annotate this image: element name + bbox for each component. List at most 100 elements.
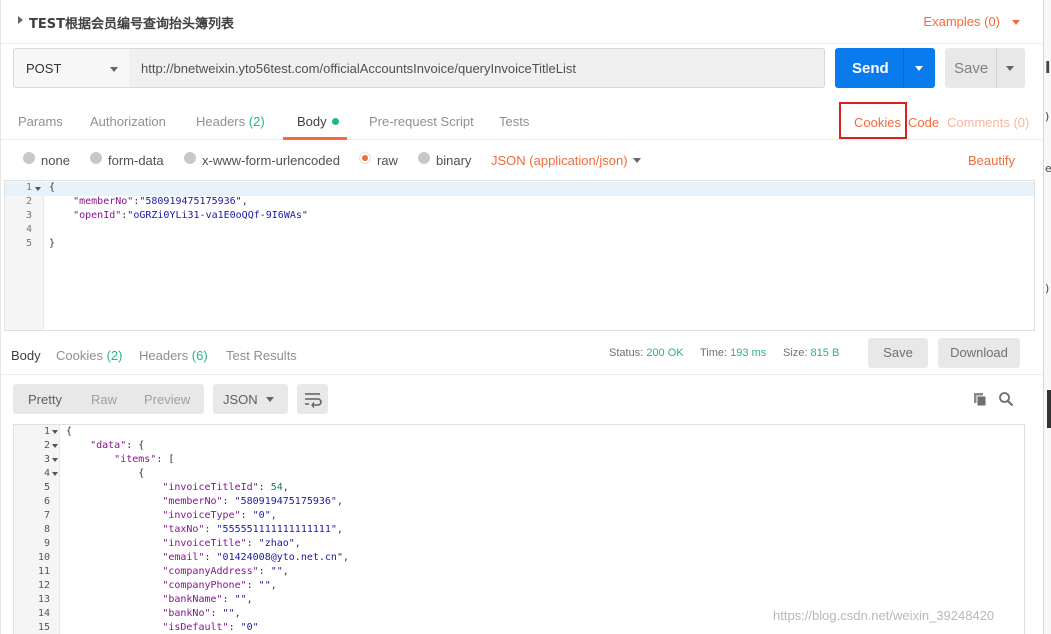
json-string-value: "580919475175936"	[234, 496, 337, 507]
response-language-value: JSON	[223, 392, 258, 407]
tab-headers[interactable]: Headers (2)	[196, 114, 265, 129]
request-body-editor[interactable]: 1{2 "memberNo":"580919475175936", 3 "open…	[4, 180, 1035, 331]
method-value: POST	[26, 61, 62, 76]
method-select[interactable]: POST	[13, 48, 130, 88]
code-text: "data": {	[66, 440, 144, 451]
fold-toggle-icon[interactable]	[35, 187, 41, 191]
response-tab-test-results[interactable]: Test Results	[226, 348, 297, 363]
code-text: "email": "01424008@yto.net.cn",	[66, 552, 349, 563]
beautify-button[interactable]: Beautify	[968, 153, 1015, 168]
search-icon[interactable]	[998, 391, 1014, 407]
json-string-value: ""	[258, 580, 271, 591]
code-text: {	[66, 426, 72, 437]
tab-body[interactable]: Body	[297, 114, 339, 129]
json-punctuation: ,	[342, 552, 349, 563]
comments-link[interactable]: Comments (0)	[947, 115, 1029, 130]
wrap-lines-button[interactable]	[297, 384, 328, 414]
response-save-button[interactable]: Save	[868, 338, 928, 368]
chevron-down-icon	[110, 67, 118, 72]
line-number: 2	[25, 196, 32, 207]
fold-toggle-icon[interactable]	[52, 444, 58, 448]
code-text: "taxNo": "555551111111111111",	[66, 524, 343, 535]
response-headers-label: Headers	[139, 348, 189, 363]
line-number: 7	[43, 510, 50, 521]
time-label: Time:	[700, 347, 728, 359]
json-string-value: "580919475175936"	[139, 196, 242, 207]
response-download-button[interactable]: Download	[938, 338, 1020, 368]
code-text: "companyPhone": "",	[66, 580, 276, 591]
radio-none[interactable]	[23, 152, 35, 164]
json-string-value: ""	[270, 566, 283, 577]
format-preview[interactable]: Preview	[144, 392, 190, 407]
radio-raw[interactable]	[359, 152, 371, 164]
json-string-value: "oGRZi0YLi31-va1E0oQQf-9I6WAs"	[127, 210, 308, 221]
url-input[interactable]: http://bnetweixin.yto56test.com/official…	[129, 48, 825, 88]
code-text: }	[49, 238, 55, 249]
json-punctuation: }	[49, 238, 56, 249]
copy-icon[interactable]	[972, 391, 988, 407]
code-line: 11 "companyAddress": "",	[14, 566, 1024, 580]
request-title[interactable]: TEST根据会员编号查询抬头簿列表	[29, 13, 234, 32]
format-pretty[interactable]: Pretty	[28, 392, 62, 407]
content-type-dropdown[interactable]: JSON (application/json)	[491, 153, 628, 168]
headers-count-badge: (2)	[248, 114, 265, 129]
chevron-down-icon[interactable]	[1012, 20, 1020, 25]
tab-authorization[interactable]: Authorization	[90, 114, 166, 129]
format-raw[interactable]: Raw	[91, 392, 117, 407]
code-line: 4	[5, 224, 1034, 238]
save-divider	[996, 48, 997, 88]
save-button[interactable]: Save	[945, 48, 1025, 88]
code-text: "bankName": "",	[66, 594, 252, 605]
tab-params[interactable]: Params	[18, 114, 63, 129]
code-link[interactable]: Code	[908, 115, 939, 130]
json-string-value: ""	[234, 594, 247, 605]
response-tab-headers[interactable]: Headers (6)	[139, 348, 208, 363]
radio-form-data[interactable]	[90, 152, 102, 164]
code-line: 7 "invoiceType": "0",	[14, 510, 1024, 524]
fold-toggle-icon[interactable]	[52, 472, 58, 476]
json-key: "data"	[90, 440, 127, 451]
json-key: "bankName"	[162, 594, 223, 605]
response-language-dropdown[interactable]: JSON	[213, 384, 288, 414]
chevron-down-icon[interactable]	[633, 158, 641, 163]
send-button[interactable]: Send	[835, 48, 935, 88]
radio-raw-label: raw	[377, 153, 398, 168]
save-options-chevron-icon[interactable]	[1006, 66, 1014, 71]
radio-none-label: none	[41, 153, 70, 168]
response-tab-body[interactable]: Body	[11, 348, 41, 363]
url-value: http://bnetweixin.yto56test.com/official…	[141, 61, 576, 76]
fold-toggle-icon[interactable]	[52, 430, 58, 434]
line-number: 3	[25, 210, 32, 221]
watermark-text: https://blog.csdn.net/weixin_39248420	[773, 608, 995, 623]
code-line: 3 "items": [	[14, 454, 1024, 468]
cookies-link[interactable]: Cookies	[854, 115, 901, 130]
line-number: 2	[43, 440, 50, 451]
code-line: 1{	[5, 182, 1034, 196]
code-line: 5}	[5, 238, 1034, 252]
examples-dropdown[interactable]: Examples (0)	[923, 14, 1000, 29]
code-text: "companyAddress": "",	[66, 566, 288, 577]
json-key: "taxNo"	[162, 524, 205, 535]
code-line: 6 "memberNo": "580919475175936",	[14, 496, 1024, 510]
json-key: "isDefault"	[162, 622, 229, 633]
size-label: Size:	[783, 347, 808, 359]
radio-binary[interactable]	[418, 152, 430, 164]
caret-right-icon[interactable]	[18, 16, 23, 24]
response-tab-cookies[interactable]: Cookies (2)	[56, 348, 122, 363]
send-options-chevron-icon[interactable]	[915, 66, 923, 71]
json-punctuation: ,	[294, 538, 301, 549]
line-number: 10	[37, 552, 50, 563]
code-line: 13 "bankName": "",	[14, 594, 1024, 608]
tab-tests[interactable]: Tests	[499, 114, 529, 129]
code-line: 10 "email": "01424008@yto.net.cn",	[14, 552, 1024, 566]
fold-toggle-icon[interactable]	[52, 458, 58, 462]
line-number: 3	[43, 454, 50, 465]
tab-pre-request-script[interactable]: Pre-request Script	[369, 114, 474, 129]
time-readout: Time: 193 ms	[700, 347, 766, 359]
response-body-viewer[interactable]: 1{2 "data": {3 "items": [4 {5 "invoiceTi…	[13, 424, 1025, 634]
radio-urlencoded[interactable]	[184, 152, 196, 164]
